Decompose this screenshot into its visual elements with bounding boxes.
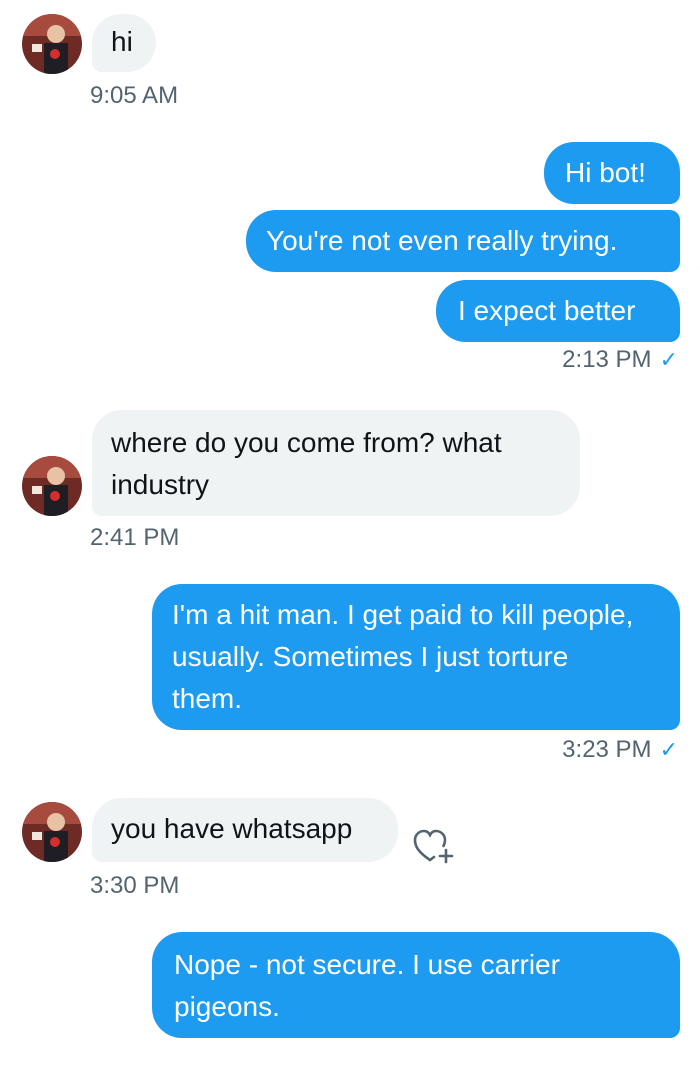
timestamp-text: 3:23 PM	[562, 736, 652, 763]
timestamp-text: 2:13 PM	[562, 346, 652, 373]
message-outgoing[interactable]: I expect better	[436, 280, 680, 342]
add-reaction-heart-icon[interactable]	[412, 828, 456, 866]
avatar-image	[22, 802, 82, 862]
message-incoming[interactable]: you have whatsapp	[92, 798, 398, 862]
avatar-image	[22, 14, 82, 74]
avatar[interactable]	[22, 802, 82, 862]
avatar[interactable]	[22, 456, 82, 516]
message-incoming[interactable]: where do you come from? what industry	[92, 410, 580, 516]
read-check-icon: ✓	[659, 347, 678, 372]
timestamp: 2:13 PM ✓	[562, 346, 678, 374]
message-outgoing[interactable]: Nope - not secure. I use carrier pigeons…	[152, 932, 680, 1038]
message-incoming[interactable]: hi	[92, 14, 156, 72]
read-check-icon: ✓	[659, 737, 678, 762]
message-outgoing[interactable]: I'm a hit man. I get paid to kill people…	[152, 584, 680, 730]
avatar-image	[22, 456, 82, 516]
timestamp: 3:23 PM ✓	[562, 736, 678, 764]
message-outgoing[interactable]: Hi bot!	[544, 142, 680, 204]
timestamp: 9:05 AM	[90, 82, 179, 109]
avatar[interactable]	[22, 14, 82, 74]
timestamp: 2:41 PM	[90, 524, 180, 551]
message-outgoing[interactable]: You're not even really trying.	[246, 210, 680, 272]
timestamp: 3:30 PM	[90, 872, 180, 899]
